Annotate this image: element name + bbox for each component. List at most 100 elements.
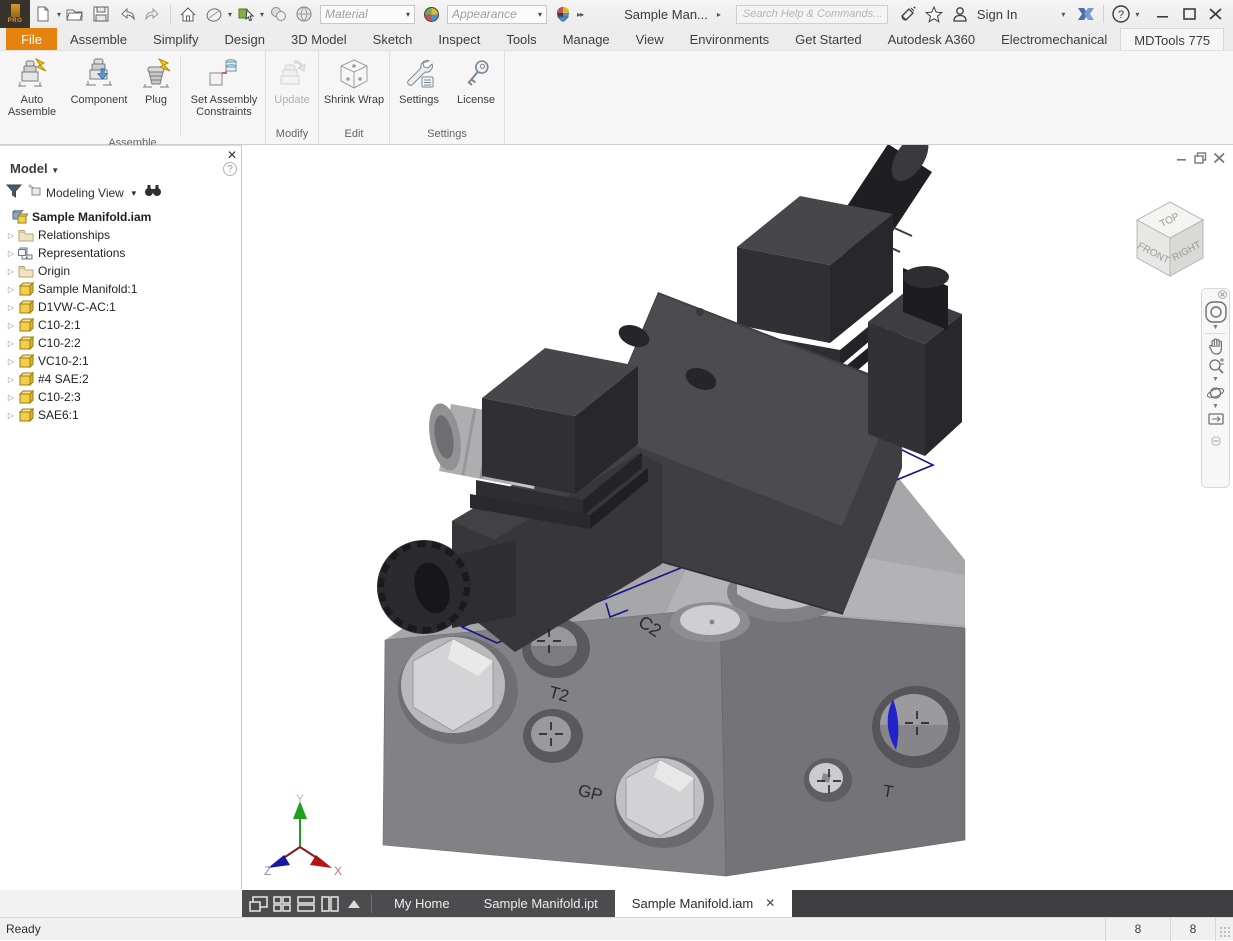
toolbar-overflow-icon[interactable]: ▸▸ (577, 10, 583, 19)
adjust-appearance-icon[interactable] (551, 3, 575, 25)
tab-manage[interactable]: Manage (550, 28, 623, 50)
tab-tools[interactable]: Tools (493, 28, 549, 50)
plug-button[interactable]: Plug (134, 54, 178, 126)
tree-item-c10-2-3[interactable]: ▷ C10-2:3 (0, 388, 240, 406)
select-dropdown-icon[interactable]: ▾ (260, 10, 264, 19)
valve-end-front[interactable] (868, 322, 925, 456)
view-cube[interactable]: TOP FRONT RIGHT (1127, 190, 1213, 282)
navbar-close-icon[interactable] (1218, 290, 1227, 299)
component-button[interactable]: Component (64, 54, 134, 126)
tab-mdtools-775[interactable]: MDTools 775 (1120, 28, 1224, 50)
modeling-view-label[interactable]: Modeling View (46, 186, 124, 200)
tree-item-vc10-2-1[interactable]: ▷ VC10-2:1 (0, 352, 240, 370)
appearance-sphere-icon[interactable] (202, 3, 226, 25)
tab-electromechanical[interactable]: Electromechanical (988, 28, 1120, 50)
graphics-viewport[interactable]: C2 T2 GP T (242, 145, 1233, 890)
expand-strip-icon[interactable] (342, 890, 366, 917)
browser-help-icon[interactable]: ? (223, 162, 237, 176)
tab-assemble[interactable]: Assemble (57, 28, 140, 50)
minimize-button[interactable] (1150, 3, 1176, 25)
appearance-dropdown-icon[interactable]: ▾ (228, 10, 232, 19)
doc-tab-my-home[interactable]: My Home (377, 890, 467, 917)
help-dropdown-icon[interactable]: ▾ (1135, 10, 1139, 19)
expand-arrow-icon[interactable]: ▷ (4, 321, 18, 330)
tile-vertical-icon[interactable] (318, 890, 342, 917)
select-component-icon[interactable] (234, 3, 258, 25)
maximize-button[interactable] (1176, 3, 1202, 25)
tile-grid-icon[interactable] (270, 890, 294, 917)
new-file-icon[interactable] (31, 3, 55, 25)
tree-item-d1vw-c-ac-1[interactable]: ▷ D1VW-C-AC:1 (0, 298, 240, 316)
wheel-dropdown-icon[interactable]: ▼ (1212, 324, 1219, 331)
look-at-icon[interactable] (1207, 411, 1225, 427)
open-file-icon[interactable] (63, 3, 87, 25)
expand-arrow-icon[interactable]: ▷ (4, 411, 18, 420)
tab-view[interactable]: View (623, 28, 677, 50)
navbar-customize-icon[interactable] (1211, 436, 1221, 446)
tree-item-c10-2-1[interactable]: ▷ C10-2:1 (0, 316, 240, 334)
expand-arrow-icon[interactable]: ▷ (4, 285, 18, 294)
favorites-star-icon[interactable] (922, 3, 946, 25)
doc-tab-sample-manifold-ipt[interactable]: Sample Manifold.ipt (467, 890, 615, 917)
tab-get-started[interactable]: Get Started (782, 28, 874, 50)
tree-item-sample-manifold-1[interactable]: ▷ Sample Manifold:1 (0, 280, 240, 298)
expand-arrow-icon[interactable]: ▷ (4, 375, 18, 384)
tab-inspect[interactable]: Inspect (425, 28, 493, 50)
material-combo[interactable]: Material ▾ (320, 5, 415, 24)
tree-item-representations[interactable]: ▷ Representations (0, 244, 240, 262)
tree-item-c10-2-2[interactable]: ▷ C10-2:2 (0, 334, 240, 352)
appearance-combo[interactable]: Appearance ▾ (447, 5, 547, 24)
tree-item-relationships[interactable]: ▷ Relationships (0, 226, 240, 244)
expand-arrow-icon[interactable]: ▷ (4, 267, 18, 276)
sign-in-dropdown-icon[interactable]: ▾ (1061, 10, 1065, 19)
new-file-dropdown-icon[interactable]: ▾ (57, 10, 61, 19)
shrink-wrap-button[interactable]: Shrink Wrap (319, 54, 389, 126)
navigation-wheel-icon[interactable] (1205, 301, 1227, 323)
doc-title-arrow-icon[interactable]: ▸ (717, 10, 721, 19)
exchange-apps-icon[interactable] (1074, 3, 1098, 25)
tab-autodesk-a360[interactable]: Autodesk A360 (875, 28, 988, 50)
pan-hand-icon[interactable] (1207, 337, 1225, 355)
tab-simplify[interactable]: Simplify (140, 28, 212, 50)
browser-close-icon[interactable]: ✕ (227, 148, 237, 162)
tile-horizontal-icon[interactable] (294, 890, 318, 917)
filter-funnel-icon[interactable] (6, 183, 22, 203)
doc-close-icon[interactable] (1210, 150, 1229, 165)
zoom-icon[interactable] (1207, 357, 1225, 375)
tree-item-sae6-1[interactable]: ▷ SAE6:1 (0, 406, 240, 424)
sign-in-label[interactable]: Sign In (977, 7, 1017, 22)
color-wheel-icon[interactable] (419, 3, 443, 25)
tab-file[interactable]: File (6, 28, 57, 50)
search-binoculars-icon[interactable] (144, 184, 162, 202)
user-icon[interactable] (948, 3, 972, 25)
expand-arrow-icon[interactable]: ▷ (4, 357, 18, 366)
manifold-3d-model[interactable]: C2 T2 GP T (242, 145, 1233, 890)
license-button[interactable]: License (448, 54, 504, 126)
tab-sketch[interactable]: Sketch (360, 28, 426, 50)
doc-restore-icon[interactable] (1191, 150, 1210, 165)
close-button[interactable] (1202, 3, 1228, 25)
browser-title[interactable]: Model ▼ (10, 161, 59, 176)
modeling-view-dropdown-icon[interactable]: ▼ (130, 189, 138, 198)
orbit-dropdown-icon[interactable]: ▼ (1212, 403, 1219, 410)
auto-assemble-button[interactable]: Auto Assemble (0, 54, 64, 126)
zoom-dropdown-icon[interactable]: ▼ (1212, 376, 1219, 383)
tree-item-4-sae-2[interactable]: ▷ #4 SAE:2 (0, 370, 240, 388)
modeling-view-icon[interactable] (28, 184, 42, 202)
set-assembly-constraints-button[interactable]: Set Assembly Constraints (183, 54, 265, 126)
tree-item-assembly-root[interactable]: ▷ Sample Manifold.iam (0, 208, 240, 226)
tree-item-origin[interactable]: ▷ Origin (0, 262, 240, 280)
orbit-icon[interactable] (1206, 384, 1225, 402)
doc-minimize-icon[interactable] (1172, 150, 1191, 165)
doc-tab-close-icon[interactable]: ✕ (765, 890, 775, 917)
settings-button[interactable]: Settings (390, 54, 448, 126)
tab-3d-model[interactable]: 3D Model (278, 28, 360, 50)
home-icon[interactable] (176, 3, 200, 25)
expand-arrow-icon[interactable]: ▷ (4, 231, 18, 240)
material-globe-icon[interactable] (292, 3, 316, 25)
expand-arrow-icon[interactable]: ▷ (4, 339, 18, 348)
doc-tab-sample-manifold-iam[interactable]: Sample Manifold.iam✕ (615, 890, 792, 917)
expand-arrow-icon[interactable]: ▷ (4, 393, 18, 402)
resize-grip[interactable] (1219, 926, 1231, 938)
cascade-windows-icon[interactable] (246, 890, 270, 917)
